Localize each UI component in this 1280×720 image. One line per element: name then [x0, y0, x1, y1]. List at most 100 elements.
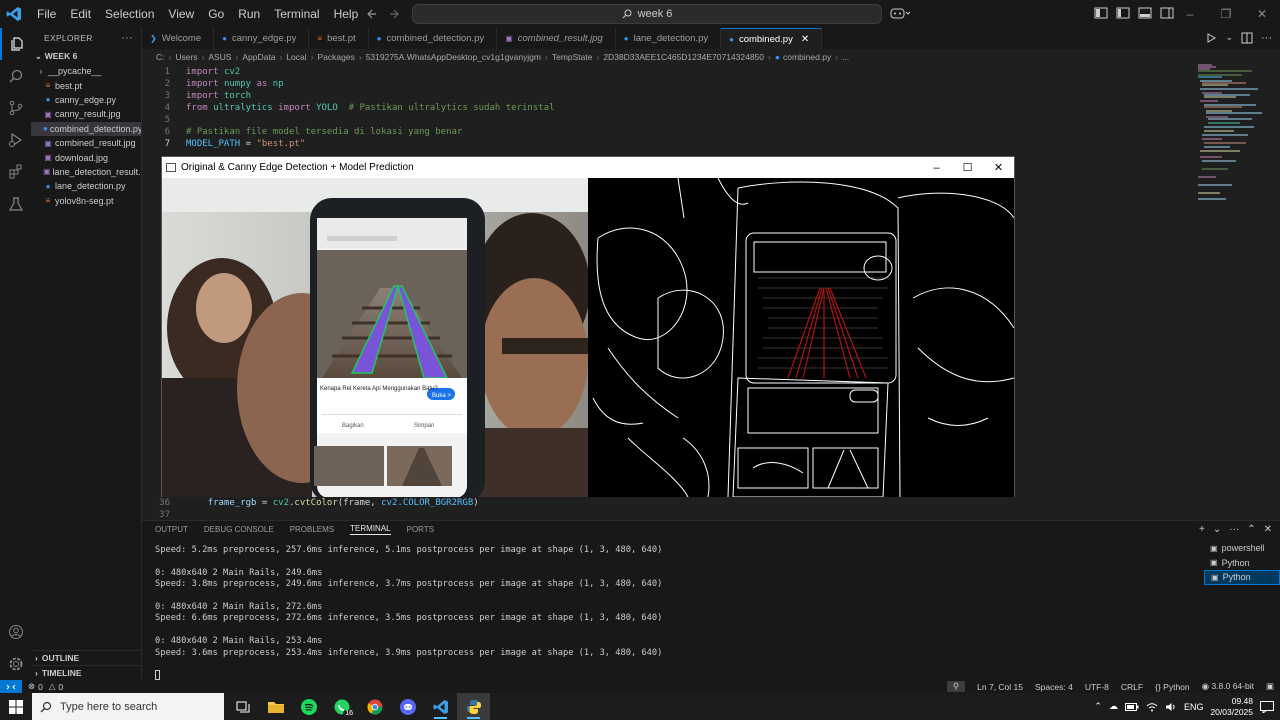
onedrive-icon[interactable]: ☁: [1109, 701, 1118, 712]
breadcrumb-item[interactable]: C:: [156, 52, 165, 62]
menu-view[interactable]: View: [161, 0, 201, 28]
tab-output[interactable]: OUTPUT: [155, 525, 188, 534]
wifi-icon[interactable]: [1146, 702, 1158, 712]
tab-problems[interactable]: PROBLEMS: [290, 525, 334, 534]
file-item-canny-result[interactable]: ▣ canny_result.jpg: [31, 107, 141, 121]
menu-terminal[interactable]: Terminal: [267, 0, 326, 28]
taskbar-search-box[interactable]: Type here to search: [32, 693, 224, 720]
breadcrumb-item[interactable]: TempState: [552, 52, 593, 62]
notifications-icon[interactable]: ▣: [1266, 681, 1274, 692]
indentation[interactable]: Spaces: 4: [1035, 682, 1073, 692]
input-language[interactable]: ENG: [1184, 702, 1204, 712]
opencv-maximize-button[interactable]: ☐: [952, 157, 983, 178]
cursor-position[interactable]: Ln 7, Col 15: [977, 682, 1023, 692]
tab-best-pt[interactable]: ≡ best.pt: [309, 28, 369, 49]
settings-gear-icon[interactable]: [0, 648, 31, 680]
breadcrumb-item[interactable]: Local: [286, 52, 306, 62]
workspace-folder[interactable]: ⌄ WEEK 6: [31, 48, 141, 64]
new-terminal-icon[interactable]: +: [1199, 524, 1205, 535]
close-button[interactable]: ✕: [1244, 0, 1280, 28]
task-view-icon[interactable]: [226, 693, 259, 720]
file-item-best-pt[interactable]: ≡ best.pt: [31, 78, 141, 92]
terminal-item-python[interactable]: ▣ Python: [1204, 556, 1280, 571]
line-ending[interactable]: CRLF: [1121, 682, 1143, 692]
opencv-minimize-button[interactable]: –: [921, 157, 952, 178]
tab-combined[interactable]: ● combined.py ✕: [721, 28, 823, 49]
tab-combined-result[interactable]: ▣ combined_result.jpg: [497, 28, 616, 49]
opencv-close-button[interactable]: ✕: [983, 157, 1014, 178]
spotify-icon[interactable]: [292, 693, 325, 720]
file-item-combined-result[interactable]: ▣ combined_result.jpg: [31, 136, 141, 150]
breadcrumb-item[interactable]: combined.py: [783, 52, 831, 62]
file-explorer-icon[interactable]: [259, 693, 292, 720]
toggle-panel-icon[interactable]: [1138, 6, 1152, 20]
run-debug-icon[interactable]: [0, 124, 31, 156]
battery-icon[interactable]: [1124, 702, 1139, 711]
menu-edit[interactable]: Edit: [63, 0, 98, 28]
zoom-icon[interactable]: ⚲: [946, 681, 966, 692]
source-control-icon[interactable]: [0, 92, 31, 124]
split-editor-icon[interactable]: [1241, 32, 1253, 44]
maximize-panel-icon[interactable]: ⌃: [1247, 524, 1255, 535]
terminal-item-python-active[interactable]: ▣ Python: [1204, 570, 1280, 585]
run-python-file-icon[interactable]: [1205, 32, 1217, 44]
menu-help[interactable]: Help: [327, 0, 366, 28]
close-panel-icon[interactable]: ✕: [1264, 524, 1272, 535]
terminal-item-powershell[interactable]: ▣ powershell: [1204, 541, 1280, 556]
copilot-icon[interactable]: [890, 6, 910, 20]
remote-indicator-icon[interactable]: [0, 680, 22, 693]
opencv-window-titlebar[interactable]: Original & Canny Edge Detection + Model …: [162, 157, 1014, 178]
file-item-download[interactable]: ▣ download.jpg: [31, 150, 141, 164]
menu-selection[interactable]: Selection: [98, 0, 161, 28]
more-actions-icon[interactable]: ···: [1261, 32, 1272, 44]
breadcrumb-item[interactable]: AppData: [242, 52, 275, 62]
notification-center-icon[interactable]: [1260, 700, 1274, 713]
more-actions-icon[interactable]: ···: [121, 32, 133, 44]
tab-canny-edge[interactable]: ● canny_edge.py: [214, 28, 310, 49]
python-interpreter[interactable]: ◉ 3.8.0 64-bit: [1202, 681, 1254, 692]
explorer-icon[interactable]: [0, 28, 31, 60]
breadcrumb-item[interactable]: ...: [842, 52, 849, 62]
timeline-section[interactable]: › TIMELINE: [31, 665, 142, 680]
discord-icon[interactable]: [391, 693, 424, 720]
tab-debug-console[interactable]: DEBUG CONSOLE: [204, 525, 274, 534]
chrome-icon[interactable]: [358, 693, 391, 720]
language-mode[interactable]: {} Python: [1155, 682, 1190, 692]
more-actions-icon[interactable]: ···: [1229, 524, 1239, 535]
encoding[interactable]: UTF-8: [1085, 682, 1109, 692]
outline-section[interactable]: › OUTLINE: [31, 650, 142, 665]
chevron-down-icon[interactable]: ⌄: [1225, 32, 1233, 44]
tab-ports[interactable]: PORTS: [407, 525, 434, 534]
chevron-up-icon[interactable]: ⌃: [1094, 701, 1102, 712]
tab-lane-detection[interactable]: ● lane_detection.py: [616, 28, 722, 49]
breadcrumb-item[interactable]: ASUS: [208, 52, 231, 62]
file-item-combined-detection[interactable]: ● combined_detection.py: [31, 121, 141, 136]
file-item-lane-result[interactable]: ▣ lane_detection_result....: [31, 165, 141, 179]
extensions-icon[interactable]: [0, 156, 31, 188]
maximize-button[interactable]: ❐: [1208, 0, 1244, 28]
python-taskbar-icon[interactable]: [457, 693, 490, 720]
vscode-taskbar-icon[interactable]: [424, 693, 457, 720]
search-icon[interactable]: [0, 60, 31, 92]
breadcrumb-item[interactable]: Users: [175, 52, 197, 62]
opencv-window[interactable]: Original & Canny Edge Detection + Model …: [161, 156, 1015, 497]
testing-icon[interactable]: [0, 188, 31, 220]
whatsapp-icon[interactable]: 16: [325, 693, 358, 720]
forward-arrow-icon[interactable]: [388, 8, 400, 20]
file-item-yolov8n[interactable]: ≡ yolov8n-seg.pt: [31, 194, 141, 208]
volume-icon[interactable]: [1165, 702, 1177, 712]
clock[interactable]: 09.48 20/03/2025: [1210, 696, 1253, 718]
terminal-output[interactable]: Speed: 5.2ms preprocess, 257.6ms inferen…: [155, 545, 1195, 681]
breadcrumb-item[interactable]: Packages: [318, 52, 355, 62]
breadcrumb-item[interactable]: 5319275A.WhatsAppDesktop_cv1g1gvanyjgm: [366, 52, 541, 62]
tab-welcome[interactable]: ❯ Welcome: [142, 28, 215, 49]
breadcrumb-item[interactable]: 2D38D33AEE1C465D1234E70714324850: [603, 52, 764, 62]
minimize-button[interactable]: –: [1172, 0, 1208, 28]
minimap[interactable]: [1192, 49, 1280, 520]
account-icon[interactable]: [0, 616, 31, 648]
problems-status[interactable]: ⊗ 0 △ 0: [28, 681, 63, 692]
toggle-sidebar-icon[interactable]: [1116, 6, 1130, 20]
command-center-search[interactable]: week 6: [412, 4, 882, 24]
menu-run[interactable]: Run: [231, 0, 267, 28]
menu-file[interactable]: File: [30, 0, 63, 28]
